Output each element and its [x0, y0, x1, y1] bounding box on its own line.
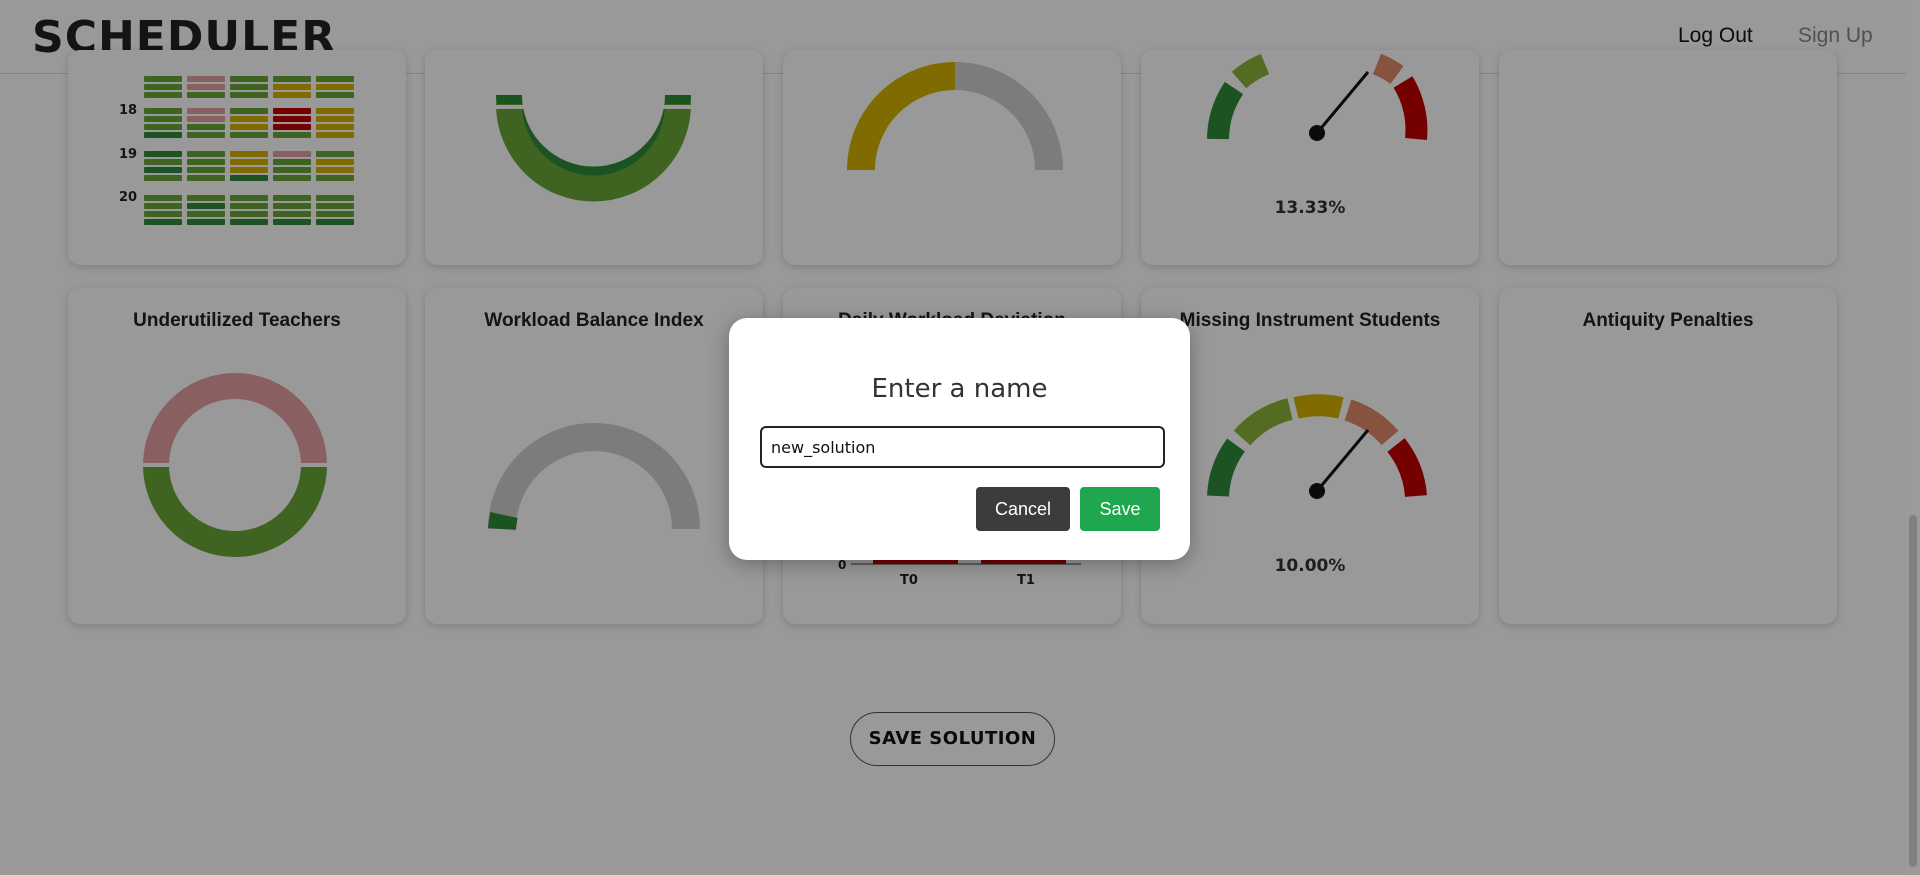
- save-button[interactable]: Save: [1080, 487, 1160, 531]
- scrollbar-thumb[interactable]: [1909, 515, 1917, 867]
- name-dialog: Enter a name Cancel Save: [729, 318, 1190, 560]
- cancel-button[interactable]: Cancel: [976, 487, 1070, 531]
- page-scrollbar[interactable]: [1906, 0, 1920, 875]
- dialog-title: Enter a name: [871, 374, 1048, 404]
- solution-name-input[interactable]: [760, 426, 1165, 468]
